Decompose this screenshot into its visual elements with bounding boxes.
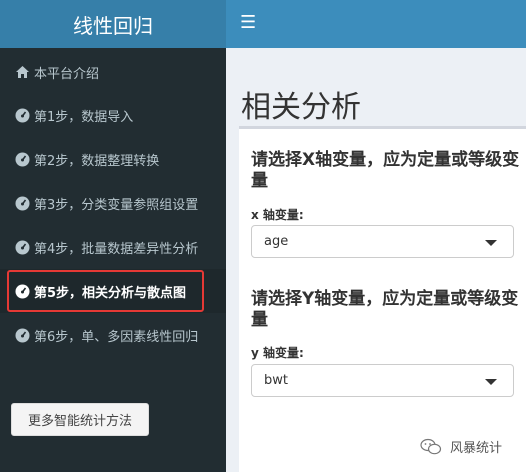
dashboard-icon [14,151,30,167]
y-axis-label: y 轴变量: [251,346,304,360]
app-logo[interactable]: 线性回归 [0,0,226,48]
sidebar-item-step1[interactable]: 第1步，数据导入 [0,93,226,137]
sidebar-item-step4[interactable]: 第4步，批量数据差异性分析 [0,225,226,269]
sidebar-item-step2[interactable]: 第2步，数据整理转换 [0,137,226,181]
bars-icon[interactable]: ☰ [240,12,256,34]
sidebar-item-label: 第6步，单、多因素线性回归 [34,329,199,345]
sidebar-item-label: 第2步，数据整理转换 [34,153,160,169]
y-variable-select[interactable]: bwt [251,364,514,397]
sidebar-item-intro[interactable]: 本平台介绍 [0,50,226,94]
sidebar-item-label: 第1步，数据导入 [34,109,134,125]
dashboard-icon [14,283,30,299]
sidebar-item-label: 第5步，相关分析与散点图 [34,285,187,301]
dashboard-icon [14,107,30,123]
sidebar-item-step3[interactable]: 第3步，分类变量参照组设置 [0,181,226,225]
chevron-down-icon [485,379,497,385]
wechat-icon [420,438,442,456]
sidebar: 本平台介绍 第1步，数据导入 第2步，数据整理转换 第3步，分类变量参照组设置 … [0,48,226,472]
main-content: 相关分析 请选择X轴变量，应为定量或等级变量 x 轴变量: age 请选择Y轴变… [226,48,526,472]
top-navbar: ☰ [226,0,526,48]
y-section-title: 请选择Y轴变量，应为定量或等级变量 [251,289,519,330]
home-icon [14,64,30,80]
chevron-down-icon [485,240,497,246]
variable-selection-box: 请选择X轴变量，应为定量或等级变量 x 轴变量: age 请选择Y轴变量，应为定… [239,126,526,472]
x-axis-label: x 轴变量: [251,208,304,222]
dashboard-icon [14,195,30,211]
dashboard-icon [14,327,30,343]
sidebar-item-label: 第4步，批量数据差异性分析 [34,241,199,257]
x-variable-value: age [264,234,289,249]
more-methods-button[interactable]: 更多智能统计方法 [11,403,149,436]
watermark-text: 风暴统计 [450,441,503,456]
page-title: 相关分析 [241,90,361,125]
x-section-title: 请选择X轴变量，应为定量或等级变量 [251,150,520,191]
sidebar-item-step5[interactable]: 第5步，相关分析与散点图 [0,269,226,313]
x-variable-select[interactable]: age [251,225,514,258]
sidebar-item-label: 第3步，分类变量参照组设置 [34,197,199,213]
dashboard-icon [14,239,30,255]
y-variable-value: bwt [264,373,288,388]
sidebar-item-label: 本平台介绍 [34,66,100,82]
sidebar-item-step6[interactable]: 第6步，单、多因素线性回归 [0,313,226,357]
watermark: 风暴统计 [420,437,502,456]
